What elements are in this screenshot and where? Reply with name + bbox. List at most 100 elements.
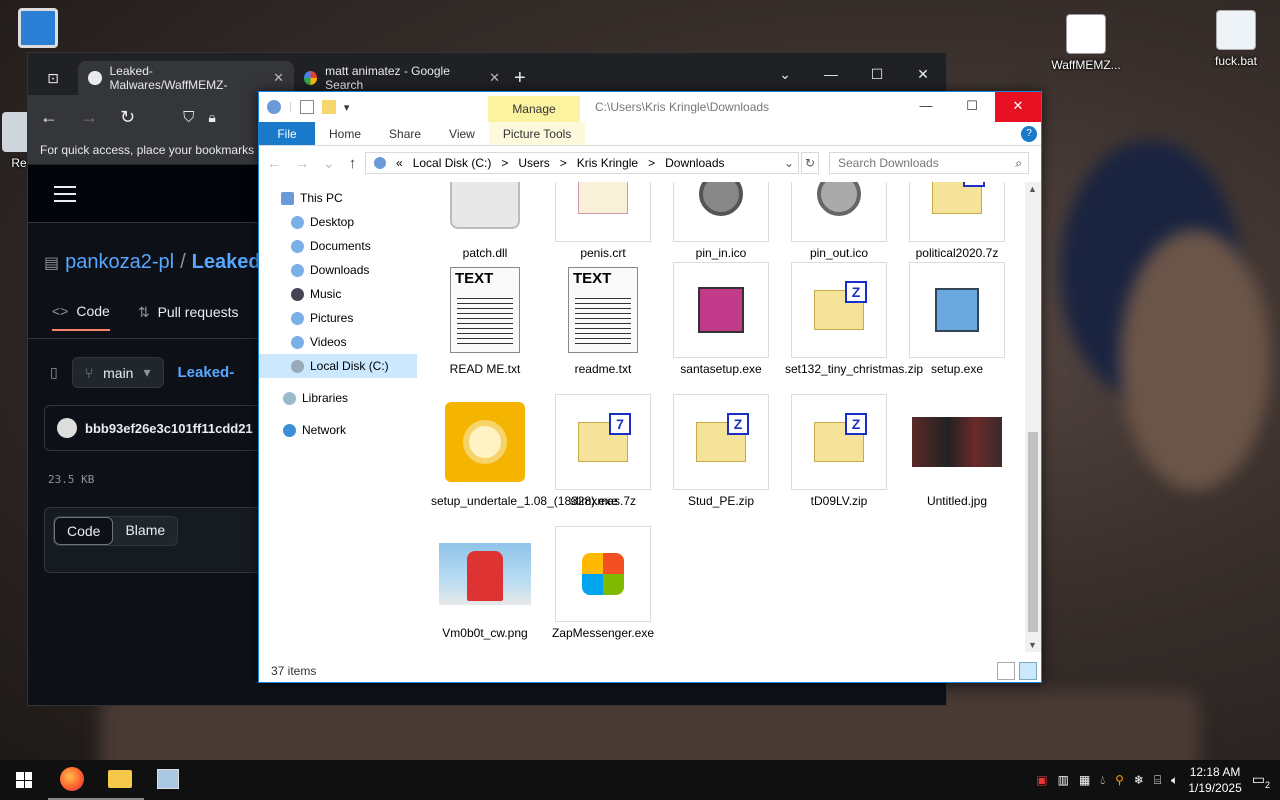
close-tab-icon[interactable]: ✕ [489, 70, 500, 86]
desktop-icon-bat[interactable]: fuck.bat [1196, 10, 1276, 68]
file-item[interactable]: Z set132_tiny_christmas.zip [785, 262, 923, 376]
back-icon[interactable]: ← [40, 107, 58, 128]
shield-icon[interactable]: ⛉ [183, 109, 194, 126]
tab-code[interactable]: <> Code [52, 303, 110, 331]
nav-item-desktop[interactable]: Desktop [259, 210, 417, 234]
nav-item-music[interactable]: Music [259, 282, 417, 306]
file-item[interactable]: TEXT readme.txt [549, 262, 657, 376]
notifications-icon[interactable]: ▭2 [1252, 771, 1270, 790]
new-tab-button[interactable]: + [514, 67, 526, 90]
recent-locations-icon[interactable]: ⌄ [323, 155, 335, 172]
file-item[interactable]: pin_in.ico [667, 182, 775, 260]
lock-icon[interactable]: 🔒︎ [208, 109, 215, 126]
forward-icon[interactable]: → [80, 107, 98, 128]
nav-item-pictures[interactable]: Pictures [259, 306, 417, 330]
tab-search-icon[interactable]: ⊡ [28, 70, 78, 87]
new-folder-icon[interactable] [321, 100, 336, 114]
tab-list-icon[interactable]: ⌄ [762, 66, 808, 83]
tab-google[interactable]: matt animatez - Google Search ✕ [294, 61, 510, 95]
address-bar[interactable]: « Local Disk (C:) > Users > Kris Kringle… [365, 152, 799, 174]
file-item[interactable]: Vm0b0t_cw.png [431, 526, 539, 640]
close-button[interactable]: ✕ [995, 92, 1041, 122]
menu-icon[interactable] [54, 185, 76, 202]
large-icons-view-icon[interactable] [1019, 662, 1037, 680]
repo-name-link[interactable]: Leaked [192, 251, 261, 274]
tab-share[interactable]: Share [375, 122, 435, 145]
taskbar-control-panel[interactable] [144, 760, 192, 800]
crumb-downloads[interactable]: Downloads [665, 156, 724, 170]
up-icon[interactable]: ↑ [349, 155, 357, 172]
tab-picture-tools[interactable]: Picture Tools [488, 122, 586, 145]
forward-icon[interactable]: → [295, 155, 309, 172]
scroll-up-icon[interactable]: ▲ [1028, 184, 1037, 194]
volume-icon[interactable]: 🔈︎ [1171, 773, 1178, 788]
crumb-local-disk[interactable]: Local Disk (C:) [413, 156, 492, 170]
taskbar-file-explorer[interactable] [96, 760, 144, 800]
scroll-down-icon[interactable]: ▼ [1028, 640, 1037, 650]
minimize-button[interactable]: — [808, 66, 854, 82]
network-icon[interactable]: ⌸ [1154, 773, 1161, 788]
file-item[interactable]: patch.dll [431, 182, 539, 260]
tab-github[interactable]: Leaked-Malwares/WaffMEMZ- ✕ [78, 61, 294, 95]
vertical-scrollbar[interactable]: ▲ ▼ [1025, 182, 1041, 652]
sidebar-toggle-icon[interactable]: ▯ [50, 364, 58, 381]
file-item[interactable]: 7 political2020.7z [903, 182, 1011, 260]
customize-qat-icon[interactable]: ▾ [344, 101, 350, 114]
file-item[interactable]: Untitled.jpg [903, 394, 1011, 508]
tray-monitor-icon[interactable]: ▥ [1058, 773, 1069, 787]
file-item[interactable]: setup_undertale_1.08_(18328).exe [431, 394, 618, 508]
nav-item-network[interactable]: Network [259, 418, 417, 442]
close-tab-icon[interactable]: ✕ [273, 70, 284, 86]
file-item[interactable]: Z Stud_PE.zip [667, 394, 775, 508]
tray-search-icon[interactable]: ⚲ [1115, 773, 1124, 787]
file-item[interactable]: pin_out.ico [785, 182, 893, 260]
nav-item-local-disk[interactable]: Local Disk (C:) [259, 354, 417, 378]
file-item[interactable]: 7 slimxmas.7z [549, 394, 657, 508]
file-item[interactable]: setup.exe [903, 262, 1011, 376]
blame-view-button[interactable]: Blame [113, 517, 178, 545]
manage-context-tab[interactable]: Manage [488, 96, 580, 122]
crumb-kris-kringle[interactable]: Kris Kringle [577, 156, 638, 170]
file-item[interactable]: penis.crt [549, 182, 657, 260]
tab-view[interactable]: View [435, 122, 489, 145]
file-item[interactable]: santasetup.exe [667, 262, 775, 376]
tab-file[interactable]: File [259, 122, 315, 145]
maximize-button[interactable]: ☐ [854, 66, 900, 83]
clock[interactable]: 12:18 AM 1/19/2025 [1188, 764, 1241, 796]
desktop-icon-waffmemz[interactable]: WaffMEMZ... [1046, 14, 1126, 72]
nav-item-this-pc[interactable]: This PC [259, 186, 417, 210]
maximize-button[interactable]: ☐ [949, 92, 995, 122]
file-item[interactable]: Z tD09LV.zip [785, 394, 893, 508]
nav-item-documents[interactable]: Documents [259, 234, 417, 258]
tray-app-icon[interactable]: ▦ [1079, 773, 1090, 787]
refresh-icon[interactable]: ↻ [801, 152, 819, 174]
taskbar-firefox[interactable] [48, 760, 96, 800]
minimize-button[interactable]: — [903, 92, 949, 122]
tab-home[interactable]: Home [315, 122, 375, 145]
tab-pull-requests[interactable]: ⇅ Pull requests [138, 303, 239, 331]
branch-selector[interactable]: ⑂ main ▾ [71, 357, 164, 388]
chevron-down-icon[interactable]: ⌄ [784, 156, 794, 170]
file-item[interactable]: TEXT READ ME.txt [431, 262, 539, 376]
nav-item-libraries[interactable]: Libraries [259, 386, 417, 410]
start-button[interactable] [0, 760, 48, 800]
repo-owner-link[interactable]: pankoza2-pl [65, 251, 174, 274]
code-view-button[interactable]: Code [54, 517, 114, 545]
close-button[interactable]: ✕ [900, 66, 946, 83]
help-icon[interactable]: ? [1021, 126, 1037, 142]
search-input[interactable]: Search Downloads ⌕ [829, 152, 1029, 174]
nav-item-downloads[interactable]: Downloads [259, 258, 417, 282]
properties-icon[interactable] [299, 100, 314, 114]
santa-setup-icon [673, 262, 769, 358]
tray-app-icon[interactable]: ▣ [1036, 773, 1047, 787]
reload-icon[interactable]: ↻ [120, 107, 135, 128]
tray-snowflake-icon[interactable]: ❄ [1134, 773, 1144, 787]
path-link[interactable]: Leaked- [178, 364, 235, 381]
file-item[interactable]: ZapMessenger.exe [549, 526, 657, 640]
tray-drop-icon[interactable]: 💧︎ [1100, 773, 1105, 788]
nav-item-videos[interactable]: Videos [259, 330, 417, 354]
crumb-users[interactable]: Users [518, 156, 549, 170]
back-icon[interactable]: ← [267, 155, 281, 172]
scrollbar-thumb[interactable] [1028, 432, 1038, 632]
details-view-icon[interactable] [997, 662, 1015, 680]
